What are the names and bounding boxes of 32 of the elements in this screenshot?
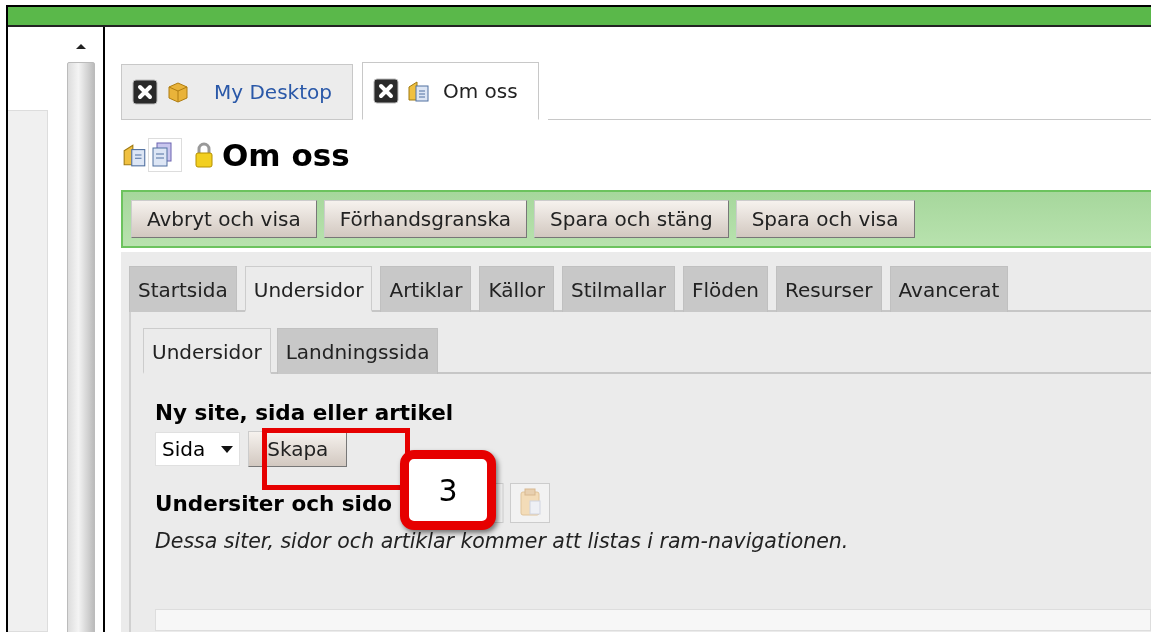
section-heading: Undersiter och sido <box>155 490 393 516</box>
close-icon[interactable] <box>132 79 158 105</box>
sub-tab[interactable]: Undersidor <box>143 328 271 374</box>
scroll-up-icon[interactable] <box>75 43 87 50</box>
toolbar-button[interactable]: Förhandsgranska <box>323 200 528 238</box>
section-heading: Ny site, sida eller artikel <box>155 400 455 425</box>
tab[interactable]: Startsida <box>129 266 237 312</box>
copy-icon[interactable] <box>148 138 182 172</box>
tab[interactable]: Resurser <box>775 266 882 312</box>
close-icon[interactable] <box>372 78 399 104</box>
documents-icon[interactable] <box>122 142 148 168</box>
toolbar-button[interactable]: Avbryt och visa <box>131 200 317 238</box>
tab[interactable]: Flöden <box>682 266 768 312</box>
page-title: Om oss <box>222 137 350 173</box>
tab[interactable]: Stilmallar <box>562 266 675 312</box>
description-text: Dessa siter, sidor och artiklar kommer att listas i ram-navigationen. <box>155 529 850 553</box>
toolbar-button[interactable]: Spara och stäng <box>534 200 729 238</box>
tab[interactable]: Undersidor <box>244 266 373 312</box>
documents-icon <box>406 79 431 103</box>
box-icon <box>166 80 190 104</box>
desktop-tab[interactable]: Om oss <box>361 62 539 120</box>
desktop-tab[interactable]: My Desktop <box>121 64 353 120</box>
tab[interactable]: Källor <box>479 266 554 312</box>
step-callout: 3 <box>400 450 496 530</box>
dropdown-caret-icon <box>221 445 234 453</box>
tab[interactable]: Avancerat <box>889 266 1009 312</box>
scroll-thumb[interactable] <box>67 62 95 632</box>
tab[interactable]: Artiklar <box>380 266 472 312</box>
sub-tab[interactable]: Landningssida <box>276 328 439 374</box>
list-field[interactable] <box>155 609 1151 631</box>
toolbar-button[interactable]: Spara och visa <box>735 200 915 238</box>
type-select[interactable]: Sida <box>155 432 241 466</box>
